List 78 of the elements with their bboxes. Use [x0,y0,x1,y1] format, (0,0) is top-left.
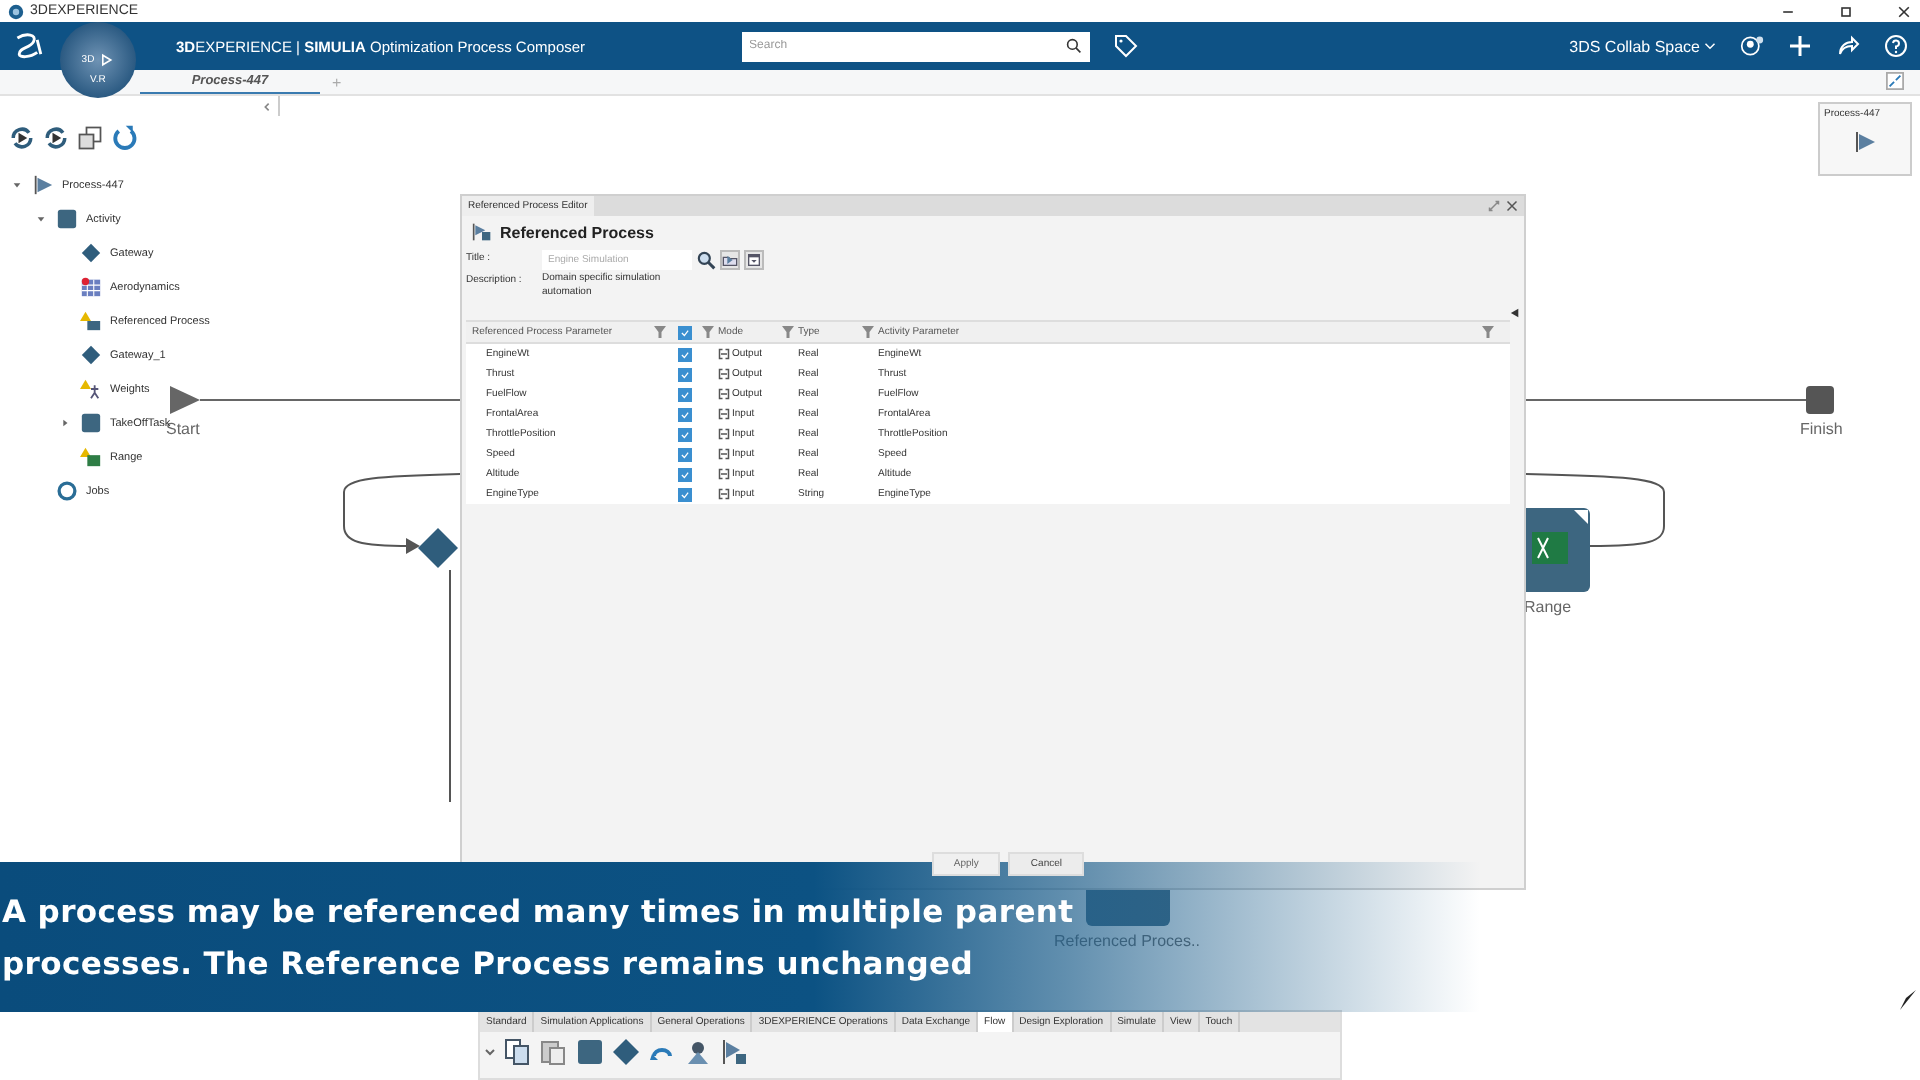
collapse-arrow-icon[interactable] [1510,308,1520,318]
tag-icon[interactable] [1113,34,1138,58]
resize-grip-icon[interactable] [1900,990,1916,1010]
filter-icon[interactable] [782,326,794,338]
play-icon[interactable] [98,52,115,68]
ring-icon [56,480,78,502]
window-icon[interactable] [744,250,764,270]
dialog-heading: Referenced Process [500,223,654,241]
plus-icon[interactable] [1788,34,1812,58]
start-node[interactable] [170,386,200,414]
activity-icon[interactable] [576,1038,604,1066]
activity-icon [80,412,102,434]
ds-logo-icon[interactable] [12,31,48,61]
filter-icon[interactable] [862,326,874,338]
filter-icon[interactable] [1482,326,1494,338]
copy-icon[interactable] [76,124,104,152]
row-checkbox[interactable] [677,387,691,401]
collab-space-dropdown[interactable]: 3DS Collab Space [1569,37,1700,55]
row-checkbox[interactable] [677,447,691,461]
app-logo-icon [8,3,24,19]
bracket-icon [718,408,730,420]
grid-app-icon [80,276,102,298]
paste-icon[interactable] [540,1038,568,1066]
expand-toggle-icon[interactable] [35,214,45,224]
process-icon[interactable] [720,1038,748,1066]
row-checkbox[interactable] [677,407,691,421]
warning-figure-icon [80,378,102,400]
copy-icon[interactable] [504,1038,532,1066]
gateway-icon [80,242,102,264]
expand-toggle-icon[interactable] [11,180,21,190]
refresh-icon[interactable] [110,124,138,152]
row-checkbox[interactable] [677,427,691,441]
search-icon[interactable] [696,250,716,270]
search-icon[interactable] [1065,38,1082,54]
share-icon[interactable] [1836,34,1860,58]
caption-text: A process may be referenced many times in multiple parent [2,893,1074,929]
run-icon[interactable] [42,124,70,152]
bracket-icon [718,428,730,440]
restore-icon[interactable] [1838,3,1854,19]
chevron-icon[interactable] [484,1048,496,1056]
bracket-icon [718,488,730,500]
collapse-icon[interactable] [1886,72,1904,90]
gateway-node[interactable] [418,528,458,568]
bracket-icon [718,348,730,360]
row-checkbox[interactable] [677,487,691,501]
bracket-icon [718,468,730,480]
filter-icon[interactable] [702,326,714,338]
referenced-process-label: Referenced Proces.. [1054,932,1200,950]
arrow-head [406,538,420,554]
warning-spreadsheet-icon [80,446,102,468]
help-icon[interactable] [1884,34,1908,58]
row-checkbox[interactable] [677,467,691,481]
process-icon [32,174,54,196]
bracket-icon [718,388,730,400]
loop-connector [343,473,461,547]
row-checkbox[interactable] [677,367,691,381]
caption-text: processes. The Reference Process remains unchanged [2,945,973,981]
activity-icon [56,208,78,230]
collapse-panel-icon[interactable] [262,101,272,111]
open-folder-icon[interactable] [720,250,740,270]
expand-toggle-icon[interactable] [59,418,69,428]
finish-node[interactable] [1806,386,1834,414]
maximize-icon[interactable] [1488,200,1500,212]
loop-connector [1525,473,1665,547]
warning-process-icon [80,310,102,332]
row-checkbox[interactable] [677,347,691,361]
close-icon[interactable] [1896,3,1912,19]
header-checkbox[interactable] [677,325,691,339]
gateway-icon [80,344,102,366]
filter-icon[interactable] [654,326,666,338]
bracket-icon [718,368,730,380]
run-icon[interactable] [8,124,36,152]
referenced-process-icon [472,222,492,242]
finish-label: Finish [1800,420,1843,438]
bracket-icon [718,448,730,460]
gateway-icon[interactable] [612,1038,640,1066]
close-icon[interactable] [1506,200,1518,212]
user-icon[interactable] [1740,34,1764,58]
